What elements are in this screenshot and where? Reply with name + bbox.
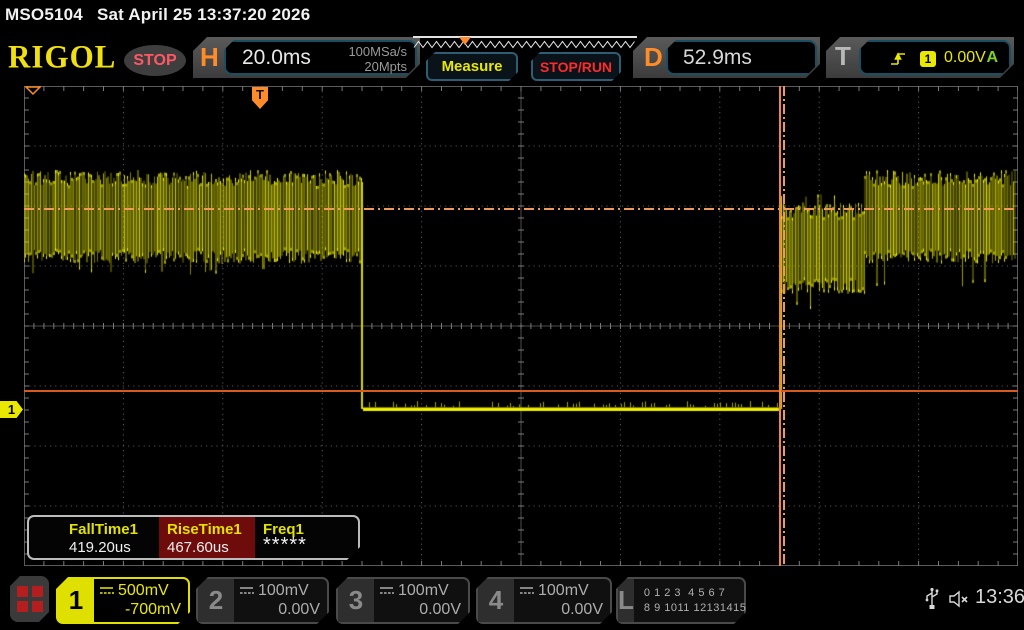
logic-tag: L: [618, 579, 634, 622]
channel-1-block[interactable]: 1 500mV -700mV: [56, 577, 190, 624]
timebase-box[interactable]: 20.0ms 100MSa/s 20Mpts: [224, 40, 417, 75]
trigger-mode: A: [986, 49, 998, 67]
measurement-freq[interactable]: Freq1 *****: [255, 517, 356, 558]
menu-button[interactable]: [10, 576, 49, 622]
position-marker-icon: [459, 37, 471, 45]
waveform-position-strip[interactable]: [413, 36, 637, 53]
delay-value: 52.9ms: [683, 46, 752, 70]
timebase-value: 20.0ms: [242, 46, 311, 70]
graticule: T: [24, 86, 1018, 566]
logic-channels-block[interactable]: L 0 1 2 3 4 5 6 7 8 9 1011 12131415: [616, 577, 746, 624]
ch3-offset: 0.00V: [379, 601, 461, 619]
trigger-position-vline-dashed: [783, 86, 785, 566]
ch1-waveform: [24, 86, 1018, 566]
trigger-level-value: 0.00V: [944, 49, 986, 67]
ch1-scale: 500mV: [118, 582, 169, 600]
channel-1-tag: 1: [58, 579, 94, 622]
ch2-scale: 100mV: [258, 582, 309, 600]
status-line: MSO5104 Sat April 25 13:37:20 2026: [5, 5, 324, 25]
trigger-box[interactable]: 1 0.00V A: [859, 40, 1011, 75]
ch1-offset: -700mV: [99, 601, 181, 619]
coupling-dc-icon: [519, 586, 534, 596]
channel-3-tag: 3: [338, 579, 374, 622]
datetime: Sat April 25 13:37:20 2026: [97, 5, 310, 24]
measurement-falltime[interactable]: FallTime1 419.20us: [29, 517, 159, 558]
channel-reference-line[interactable]: [24, 390, 1018, 392]
rising-edge-icon: [889, 51, 907, 67]
ch1-position-tag[interactable]: 1: [0, 401, 23, 418]
model-name: MSO5104: [5, 5, 83, 24]
coupling-dc-icon: [379, 586, 394, 596]
clock: 13:36: [975, 586, 1024, 609]
ch2-offset: 0.00V: [239, 601, 320, 619]
trigger-source-badge: 1: [920, 51, 936, 67]
speaker-muted-icon: [948, 590, 972, 608]
logic-row-1: 0 1 2 3 4 5 6 7: [644, 586, 747, 601]
channel-2-block[interactable]: 2 100mV 0.00V: [196, 577, 329, 624]
coupling-dc-icon: [239, 586, 254, 596]
center-marker-icon: [24, 86, 42, 96]
waveform-overview-zigzag: [413, 38, 637, 51]
measurement-panel: FallTime1 419.20us RiseTime1 467.60us Fr…: [27, 515, 360, 560]
menu-grid-icon: [17, 586, 43, 612]
rigol-logo: RIGOL: [8, 38, 116, 76]
coupling-dc-icon: [99, 586, 114, 596]
ch3-scale: 100mV: [398, 582, 449, 600]
trigger-position-vline[interactable]: [779, 86, 781, 566]
measurement-risetime-selected[interactable]: RiseTime1 467.60us: [159, 517, 255, 558]
channel-4-tag: 4: [478, 579, 514, 622]
ch4-scale: 100mV: [538, 582, 589, 600]
acquisition-status-badge: STOP: [124, 45, 186, 76]
usb-icon: [924, 587, 940, 611]
oscilloscope-screen: MSO5104Sat April 25 13:37:20 2026 RIGOL …: [0, 0, 1024, 630]
delay-box[interactable]: 52.9ms: [666, 40, 817, 75]
stop-run-button[interactable]: STOP/RUN: [531, 52, 621, 81]
measure-button[interactable]: Measure: [426, 52, 518, 81]
trigger-label: T: [835, 41, 851, 72]
sample-rate: 100MSa/s 20Mpts: [348, 44, 407, 74]
channel-2-tag: 2: [198, 579, 234, 622]
delay-label: D: [644, 42, 663, 73]
ch4-offset: 0.00V: [519, 601, 603, 619]
channel-3-block[interactable]: 3 100mV 0.00V: [336, 577, 470, 624]
horizontal-label: H: [200, 42, 219, 73]
trigger-level-line[interactable]: [24, 208, 1018, 210]
logic-row-2: 8 9 1011 12131415: [644, 601, 747, 616]
channel-4-block[interactable]: 4 100mV 0.00V: [476, 577, 612, 624]
